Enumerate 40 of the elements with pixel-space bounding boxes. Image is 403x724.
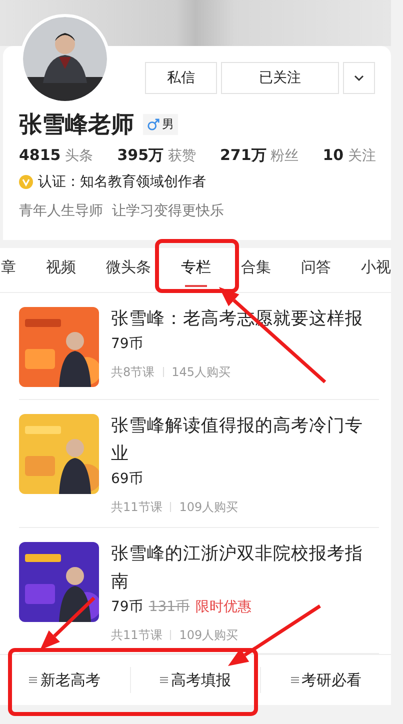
profile-button[interactable]: 私信 — [145, 62, 217, 94]
menu-icon — [29, 676, 38, 684]
menu-icon — [290, 676, 299, 684]
stat-item[interactable]: 4815 头条 — [19, 146, 94, 164]
lesson-count: 共8节课 — [111, 364, 155, 380]
menu-icon — [160, 676, 168, 684]
menu-button[interactable]: 高考填报 — [130, 667, 262, 693]
menu-button[interactable]: 考研必看 — [261, 667, 392, 693]
tab[interactable]: 微头条 — [91, 248, 166, 292]
menu-button[interactable]: 新老高考 — [0, 667, 131, 693]
promo-label: 限时优惠 — [196, 598, 252, 617]
buyer-count: 109人购买 — [179, 499, 238, 515]
stat-item[interactable]: 271万 粉丝 — [220, 146, 299, 164]
male-icon — [147, 118, 160, 130]
course-price: 79币 — [111, 598, 143, 617]
tab[interactable]: 小视 — [346, 248, 391, 292]
course-price: 69币 — [111, 470, 143, 489]
lesson-count: 共11节课 — [111, 627, 162, 643]
stat-item[interactable]: 10 关注 — [322, 146, 376, 164]
tab[interactable]: 章 — [0, 248, 31, 292]
course-title[interactable]: 张雪峰解读值得报的高考冷门专业 — [111, 412, 373, 468]
more-button[interactable] — [343, 62, 375, 94]
gender-label: 男 — [162, 116, 174, 132]
original-price: 131币 — [148, 598, 190, 617]
tab[interactable]: 问答 — [286, 248, 346, 292]
course-title[interactable]: 张雪峰的江浙沪双非院校报考指南 — [111, 540, 373, 596]
bio-text: 青年人生导师 让学习变得更快乐 — [19, 202, 225, 220]
profile-name: 张雪峰老师 — [19, 110, 134, 140]
tab[interactable]: 合集 — [226, 248, 286, 292]
lesson-count: 共11节课 — [111, 499, 162, 515]
buyer-count: 109人购买 — [179, 627, 238, 643]
chevron-down-icon — [353, 74, 365, 82]
annotation-arrow — [40, 596, 96, 650]
tab[interactable]: 视频 — [31, 248, 91, 292]
buyer-count: 145人购买 — [172, 364, 231, 380]
verified-icon — [19, 175, 33, 189]
profile-button[interactable]: 已关注 — [221, 62, 339, 94]
course-price: 79币 — [111, 335, 143, 354]
verification-text: 认证：知名教育领域创作者 — [38, 173, 206, 191]
stat-item[interactable]: 395万 获赞 — [117, 146, 196, 164]
